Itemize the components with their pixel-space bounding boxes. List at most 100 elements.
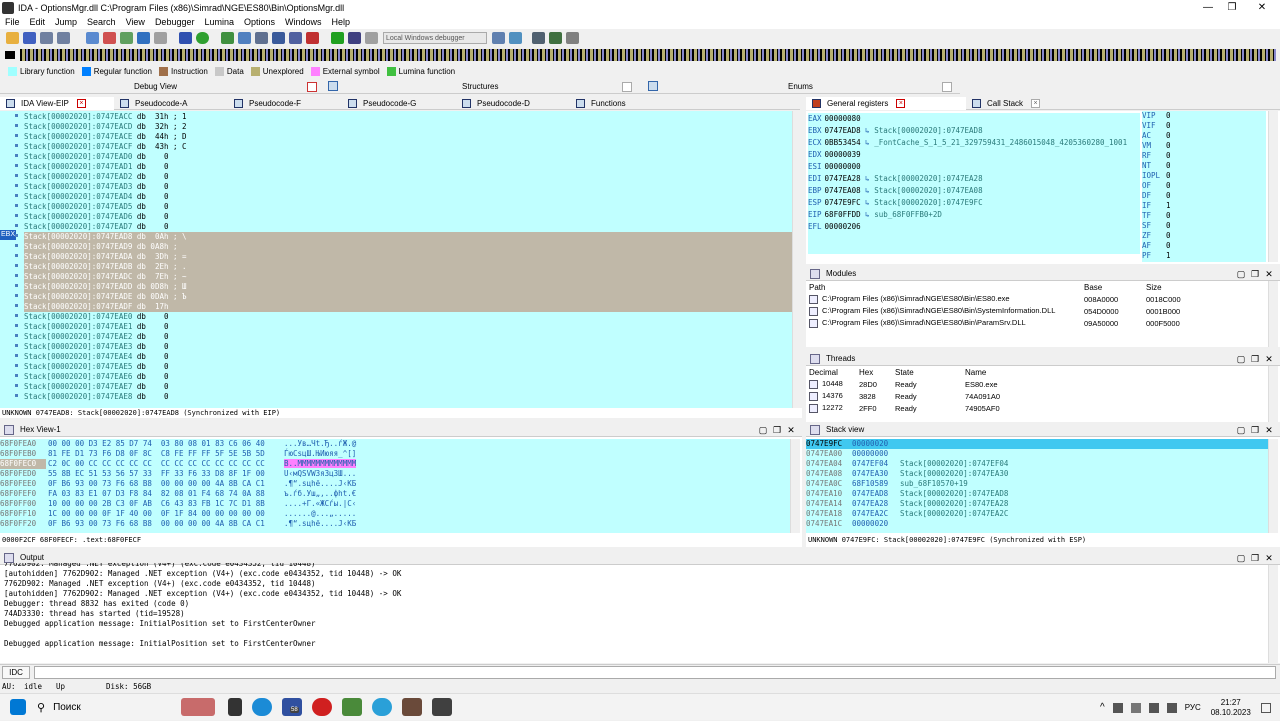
hex-row[interactable]: 68F0FF20 0F B6 93 00 73 F6 68 B8 00 00 00…	[0, 519, 790, 529]
menu-windows[interactable]: Windows	[280, 17, 327, 27]
disassembly-listing[interactable]: Stack[00002020]:0747EACC db 31h ; 1 Stack…	[24, 112, 792, 402]
hex-row[interactable]: 68F0FED0 55 8B EC 51 53 56 57 33 FF 33 F6…	[0, 469, 790, 479]
notifications-icon[interactable]	[1260, 702, 1271, 713]
disassembly-line[interactable]: Stack[00002020]:0747EADD db 0D8h ; Ш	[24, 282, 792, 292]
tab-pseudocode-d[interactable]: Pseudocode-D	[456, 97, 570, 110]
restore-icon[interactable]: ❐	[770, 425, 784, 436]
ida-view-scrollbar[interactable]	[792, 111, 802, 408]
col-path[interactable]: Path	[806, 281, 1081, 293]
stack-row[interactable]: 0747EA0C 68F10589 sub_68F10570+19	[806, 479, 1268, 489]
clear-trace-icon[interactable]	[566, 32, 579, 44]
hex-row[interactable]: 68F0FEE0 0F B6 93 00 73 F6 68 B8 00 00 00…	[0, 479, 790, 489]
float-icon[interactable]: ▢	[756, 425, 770, 436]
back-icon[interactable]	[40, 32, 53, 44]
col-name[interactable]: Name	[962, 366, 1266, 378]
tab-structures[interactable]: Structures	[462, 82, 498, 91]
threads-scrollbar[interactable]	[1268, 366, 1278, 422]
register-value[interactable]: 0747EA08	[825, 186, 861, 195]
output-log[interactable]: 7762D902: Managed .NET exception (V4+) (…	[4, 563, 1264, 661]
thread-row[interactable]: 10448 28D0 Ready ES80.exe	[806, 378, 1266, 390]
restore-icon[interactable]: ❐	[1248, 354, 1262, 365]
register-value[interactable]: 00000039	[825, 150, 861, 159]
register-value[interactable]: 00000080	[825, 114, 861, 123]
register-ref[interactable]: Stack[00002020]:0747EAD8	[874, 126, 982, 135]
menu-debugger[interactable]: Debugger	[150, 17, 200, 27]
disassembly-line[interactable]: Stack[00002020]:0747EAD0 db 0	[24, 152, 792, 162]
menu-view[interactable]: View	[121, 17, 150, 27]
stack-row[interactable]: 0747EA08 0747EA30 Stack[00002020]:0747EA30	[806, 469, 1268, 479]
tab-debug-view[interactable]: Debug View	[134, 82, 177, 91]
close-icon[interactable]: ✕	[1262, 269, 1276, 280]
col-size[interactable]: Size	[1143, 281, 1266, 293]
pause-icon[interactable]	[348, 32, 361, 44]
disassembly-line[interactable]: Stack[00002020]:0747EAD9 db 0A8h ;	[24, 242, 792, 252]
clock[interactable]: 21:27 08.10.2023	[1211, 698, 1251, 718]
open-icon[interactable]	[6, 32, 19, 44]
disassembly-line[interactable]: Stack[00002020]:0747EAD3 db 0	[24, 182, 792, 192]
disassembly-line[interactable]: Stack[00002020]:0747EAE1 db 0	[24, 322, 792, 332]
disassembly-line[interactable]: Stack[00002020]:0747EADE db 0DAh ; Ъ	[24, 292, 792, 302]
taskbar-search[interactable]: ⚲ Поиск	[37, 697, 177, 717]
register-ref[interactable]: _FontCache_S_1_5_21_329759431_2486015048…	[874, 138, 1127, 147]
hex-dump[interactable]: 68F0FEA0 00 00 00 D3 E2 85 D7 74 03 80 08…	[0, 439, 790, 533]
language-indicator[interactable]: РУС	[1185, 703, 1201, 712]
tab-pseudocode-f[interactable]: Pseudocode-F	[228, 97, 342, 110]
menu-help[interactable]: Help	[327, 17, 356, 27]
photo-app-icon[interactable]	[402, 698, 422, 716]
stack-listing[interactable]: 0747E9FC 00000020 0747EA00 00000000 0747EA04…	[806, 439, 1268, 533]
disassembly-line[interactable]: Stack[00002020]:0747EAE7 db 0	[24, 382, 792, 392]
flag-row[interactable]: VIF 0	[1142, 121, 1266, 131]
col-base[interactable]: Base	[1081, 281, 1143, 293]
flag-row[interactable]: OF 0	[1142, 181, 1266, 191]
stop-icon[interactable]	[365, 32, 378, 44]
nav-arrow-icon[interactable]	[5, 51, 15, 59]
menu-jump[interactable]: Jump	[50, 17, 82, 27]
close-tab-icon[interactable]: ×	[896, 98, 906, 108]
disassembly-line[interactable]: Stack[00002020]:0747EAD8 db 0Ah ; \	[24, 232, 792, 242]
register-row[interactable]: EAX 00000080	[808, 113, 1140, 125]
close-icon[interactable]: ✕	[1262, 553, 1276, 564]
disassembly-line[interactable]: Stack[00002020]:0747EACD db 32h ; 2	[24, 122, 792, 132]
disassembly-line[interactable]: Stack[00002020]:0747EAE2 db 0	[24, 332, 792, 342]
tab-functions[interactable]: Functions	[570, 97, 684, 110]
disassembly-line[interactable]: Stack[00002020]:0747EADB db 2Eh ; .	[24, 262, 792, 272]
register-row[interactable]: EBX 0747EAD8 ↳ Stack[00002020]:0747EAD8	[808, 125, 1140, 137]
tab-call-stack[interactable]: Call Stack ×	[966, 97, 1126, 110]
attach-icon[interactable]	[289, 32, 302, 44]
tab-general-registers[interactable]: General registers ×	[806, 96, 966, 110]
start-icon[interactable]	[10, 699, 26, 715]
stack-ref[interactable]: Stack[00002020]:0747EAD8	[900, 489, 1008, 498]
widget-icon[interactable]	[181, 698, 215, 716]
register-row[interactable]: EBP 0747EA08 ↳ Stack[00002020]:0747EA08	[808, 185, 1140, 197]
disassembly-line[interactable]: Stack[00002020]:0747EAD5 db 0	[24, 202, 792, 212]
restore-icon[interactable]: ❐	[1248, 425, 1262, 436]
disassembly-line[interactable]: Stack[00002020]:0747EAD4 db 0	[24, 192, 792, 202]
flag-row[interactable]: IOPL 0	[1142, 171, 1266, 181]
close-tab-icon[interactable]: ×	[1031, 98, 1041, 108]
menu-file[interactable]: File	[0, 17, 25, 27]
tab-enums[interactable]: Enums	[788, 82, 813, 91]
stack-ref[interactable]: sub_68F10570+19	[900, 479, 968, 488]
close-button[interactable]: ✕	[1242, 0, 1280, 15]
step-icon[interactable]	[255, 32, 268, 44]
col-state[interactable]: State	[892, 366, 962, 378]
register-row[interactable]: EFL 00000206	[808, 221, 1140, 233]
hex-row[interactable]: 68F0FEF0 FA 03 83 E1 07 D3 F8 84 82 08 01…	[0, 489, 790, 499]
disassembly-line[interactable]: Stack[00002020]:0747EAE0 db 0	[24, 312, 792, 322]
save-icon[interactable]	[23, 32, 36, 44]
hex-row[interactable]: 68F0FF00 10 00 00 00 2B C3 0F AB C6 43 83…	[0, 499, 790, 509]
tab-ida-view-eip[interactable]: IDA View-EIP ×	[0, 96, 114, 110]
hex-row[interactable]: 68F0FEB0 81 FE D1 73 F6 D8 0F 8C C8 FE FF…	[0, 449, 790, 459]
register-ref[interactable]: sub_68F0FFB0+2D	[874, 210, 942, 219]
float-icon[interactable]: ▢	[1234, 553, 1248, 564]
menu-options[interactable]: Options	[239, 17, 280, 27]
disassembly-line[interactable]: Stack[00002020]:0747EADF db 17h	[24, 302, 792, 312]
idc-input[interactable]	[34, 666, 1276, 679]
hex-row[interactable]: 68F0FEA0 00 00 00 D3 E2 85 D7 74 03 80 08…	[0, 439, 790, 449]
float-icon[interactable]: ▢	[1234, 269, 1248, 280]
menu-edit[interactable]: Edit	[25, 17, 51, 27]
edge-icon[interactable]	[252, 698, 272, 716]
register-row[interactable]: ESI 00000000	[808, 161, 1140, 173]
close-enums-icon[interactable]	[942, 82, 952, 92]
stack-ref[interactable]: Stack[00002020]:0747EA28	[900, 499, 1008, 508]
